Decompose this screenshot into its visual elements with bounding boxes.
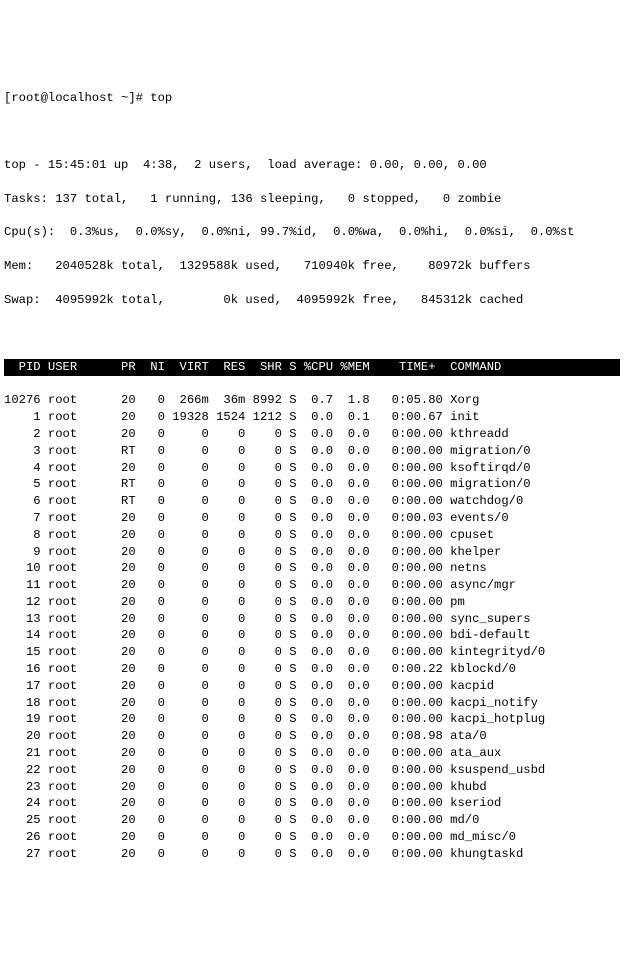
process-row[interactable]: 3 root RT 0 0 0 0 S 0.0 0.0 0:00.00 migr…: [4, 443, 620, 460]
process-row[interactable]: 10276 root 20 0 266m 36m 8992 S 0.7 1.8 …: [4, 392, 620, 409]
top-uptime-line: top - 15:45:01 up 4:38, 2 users, load av…: [4, 157, 620, 174]
process-row[interactable]: 19 root 20 0 0 0 0 S 0.0 0.0 0:00.00 kac…: [4, 711, 620, 728]
process-row[interactable]: 1 root 20 0 19328 1524 1212 S 0.0 0.1 0:…: [4, 409, 620, 426]
process-row[interactable]: 23 root 20 0 0 0 0 S 0.0 0.0 0:00.00 khu…: [4, 779, 620, 796]
process-row[interactable]: 24 root 20 0 0 0 0 S 0.0 0.0 0:00.00 kse…: [4, 795, 620, 812]
process-row[interactable]: 2 root 20 0 0 0 0 S 0.0 0.0 0:00.00 kthr…: [4, 426, 620, 443]
process-row[interactable]: 14 root 20 0 0 0 0 S 0.0 0.0 0:00.00 bdi…: [4, 627, 620, 644]
process-row[interactable]: 21 root 20 0 0 0 0 S 0.0 0.0 0:00.00 ata…: [4, 745, 620, 762]
process-row[interactable]: 17 root 20 0 0 0 0 S 0.0 0.0 0:00.00 kac…: [4, 678, 620, 695]
top-tasks-line: Tasks: 137 total, 1 running, 136 sleepin…: [4, 191, 620, 208]
process-table-header[interactable]: PID USER PR NI VIRT RES SHR S %CPU %MEM …: [4, 359, 620, 376]
process-row[interactable]: 8 root 20 0 0 0 0 S 0.0 0.0 0:00.00 cpus…: [4, 527, 620, 544]
process-row[interactable]: 16 root 20 0 0 0 0 S 0.0 0.0 0:00.22 kbl…: [4, 661, 620, 678]
top-swap-line: Swap: 4095992k total, 0k used, 4095992k …: [4, 292, 620, 309]
process-row[interactable]: 6 root RT 0 0 0 0 S 0.0 0.0 0:00.00 watc…: [4, 493, 620, 510]
process-row[interactable]: 18 root 20 0 0 0 0 S 0.0 0.0 0:00.00 kac…: [4, 695, 620, 712]
process-row[interactable]: 26 root 20 0 0 0 0 S 0.0 0.0 0:00.00 md_…: [4, 829, 620, 846]
process-row[interactable]: 7 root 20 0 0 0 0 S 0.0 0.0 0:00.03 even…: [4, 510, 620, 527]
process-row[interactable]: 5 root RT 0 0 0 0 S 0.0 0.0 0:00.00 migr…: [4, 476, 620, 493]
process-row[interactable]: 9 root 20 0 0 0 0 S 0.0 0.0 0:00.00 khel…: [4, 544, 620, 561]
top-mem-line: Mem: 2040528k total, 1329588k used, 7109…: [4, 258, 620, 275]
terminal-output[interactable]: [root@localhost ~]# top top - 15:45:01 u…: [4, 73, 620, 879]
process-row[interactable]: 25 root 20 0 0 0 0 S 0.0 0.0 0:00.00 md/…: [4, 812, 620, 829]
process-row[interactable]: 11 root 20 0 0 0 0 S 0.0 0.0 0:00.00 asy…: [4, 577, 620, 594]
process-row[interactable]: 12 root 20 0 0 0 0 S 0.0 0.0 0:00.00 pm: [4, 594, 620, 611]
shell-prompt: [root@localhost ~]# top: [4, 90, 620, 107]
process-table-body: 10276 root 20 0 266m 36m 8992 S 0.7 1.8 …: [4, 392, 620, 862]
process-row[interactable]: 10 root 20 0 0 0 0 S 0.0 0.0 0:00.00 net…: [4, 560, 620, 577]
top-cpu-line: Cpu(s): 0.3%us, 0.0%sy, 0.0%ni, 99.7%id,…: [4, 224, 620, 241]
process-row[interactable]: 15 root 20 0 0 0 0 S 0.0 0.0 0:00.00 kin…: [4, 644, 620, 661]
process-row[interactable]: 13 root 20 0 0 0 0 S 0.0 0.0 0:00.00 syn…: [4, 611, 620, 628]
blank-line: [4, 124, 620, 141]
blank-line: [4, 325, 620, 342]
process-row[interactable]: 20 root 20 0 0 0 0 S 0.0 0.0 0:08.98 ata…: [4, 728, 620, 745]
process-row[interactable]: 4 root 20 0 0 0 0 S 0.0 0.0 0:00.00 ksof…: [4, 460, 620, 477]
process-row[interactable]: 22 root 20 0 0 0 0 S 0.0 0.0 0:00.00 ksu…: [4, 762, 620, 779]
process-row[interactable]: 27 root 20 0 0 0 0 S 0.0 0.0 0:00.00 khu…: [4, 846, 620, 863]
